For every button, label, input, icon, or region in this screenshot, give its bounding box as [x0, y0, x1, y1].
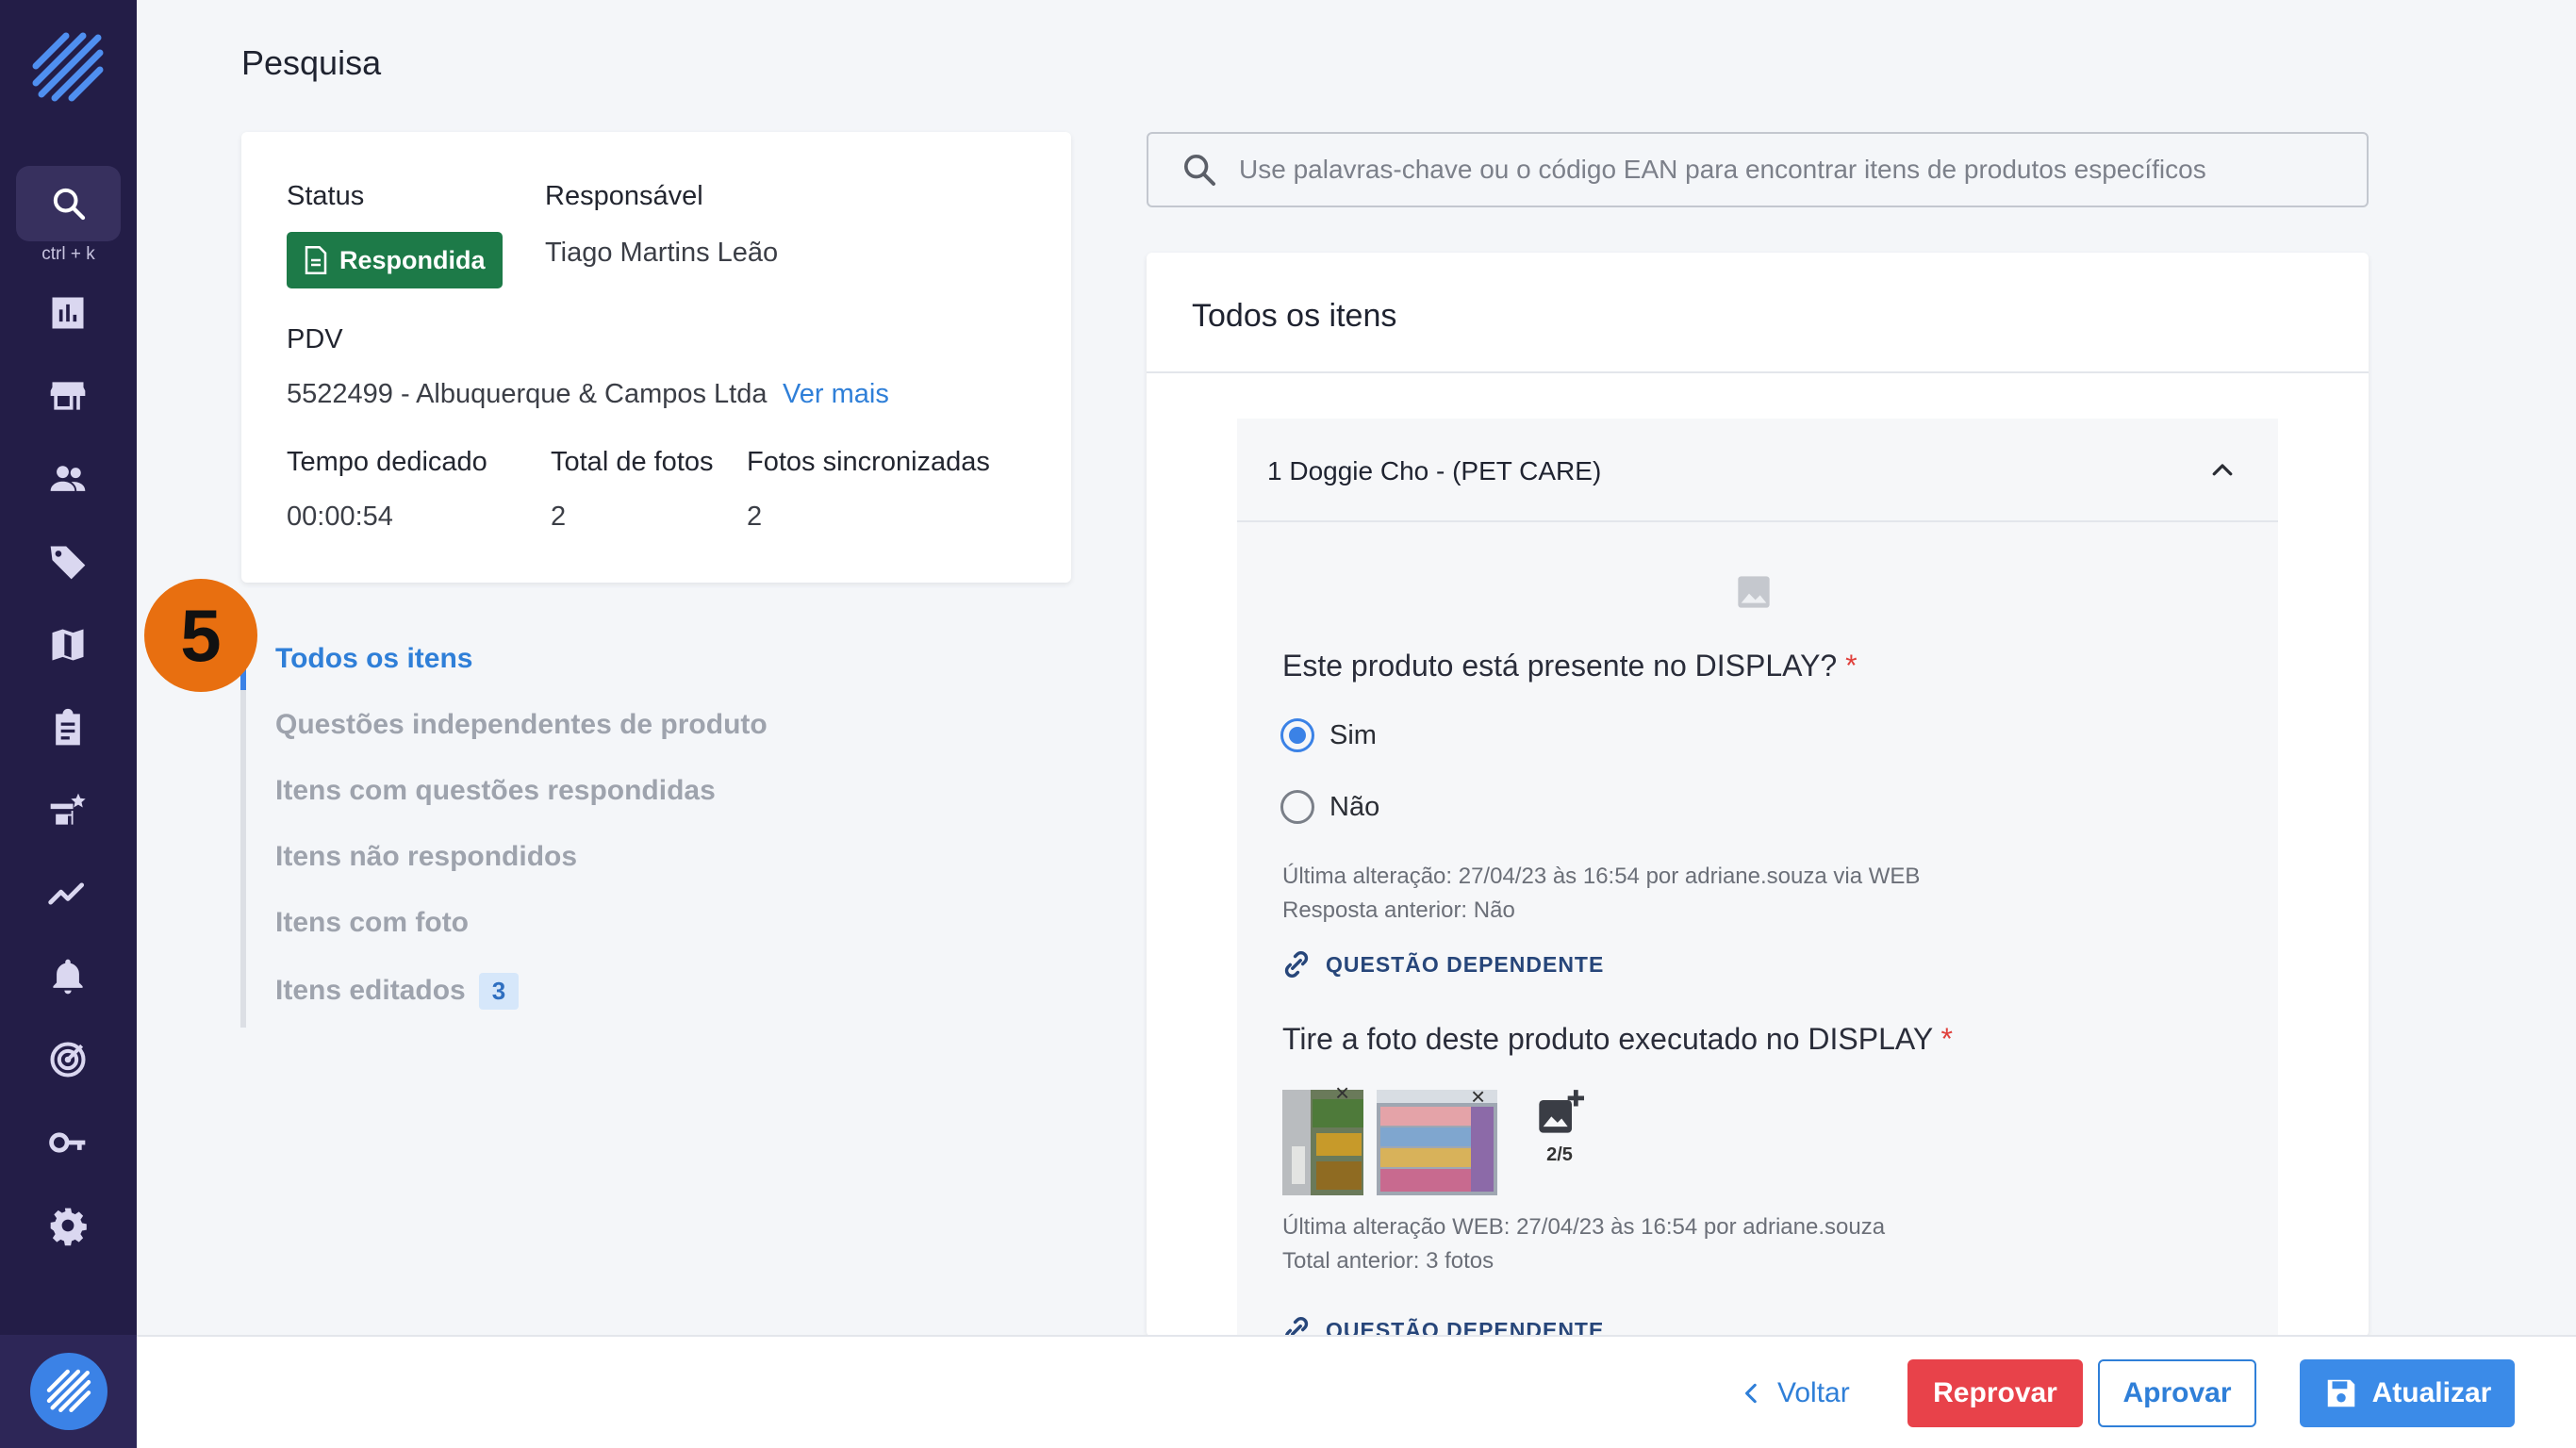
required-marker: *: [1940, 1022, 1953, 1056]
filter-unanswered-items[interactable]: Itens não respondidos: [275, 841, 577, 873]
remove-photo-icon[interactable]: ×: [1471, 1082, 1485, 1111]
radio-button-checked[interactable]: [1280, 718, 1314, 752]
dependent-question-link[interactable]: QUESTÃO DEPENDENTE: [1280, 948, 1604, 980]
store-icon[interactable]: [40, 368, 96, 424]
app-logo-icon[interactable]: [28, 28, 107, 107]
update-button-label: Atualizar: [2371, 1377, 2492, 1408]
back-button-label: Voltar: [1777, 1377, 1850, 1408]
page-title: Pesquisa: [241, 43, 382, 82]
filter-edited-label: Itens editados: [275, 975, 466, 1006]
time-dedicated-label: Tempo dedicado: [287, 447, 487, 477]
product-search-box: [1147, 132, 2369, 207]
chevron-left-icon: [1745, 1383, 1757, 1404]
clipboard-icon[interactable]: [40, 699, 96, 756]
responsible-value: Tiago Martins Leão: [545, 238, 779, 268]
synced-photos-value: 2: [747, 502, 763, 532]
total-photos-label: Total de fotos: [551, 447, 714, 477]
radio-button-unchecked[interactable]: [1280, 790, 1314, 824]
filter-all-items[interactable]: Todos os itens: [275, 643, 472, 675]
map-icon[interactable]: [40, 617, 96, 673]
pdv-value: 5522499 - Albuquerque & Campos Ltda: [287, 379, 768, 409]
tag-icon[interactable]: [40, 534, 96, 590]
chevron-up-icon[interactable]: [2208, 456, 2237, 485]
pdv-label: PDV: [287, 324, 343, 354]
synced-photos-label: Fotos sincronizadas: [747, 447, 990, 477]
trend-line-icon[interactable]: [40, 865, 96, 922]
dependent-question-link[interactable]: QUESTÃO DEPENDENTE: [1280, 1314, 1604, 1337]
users-icon[interactable]: [40, 451, 96, 507]
sidebar: ctrl + k: [0, 0, 137, 1448]
filter-items-with-photo[interactable]: Itens com foto: [275, 907, 469, 939]
bell-icon[interactable]: [40, 948, 96, 1005]
image-placeholder-icon: [1738, 576, 1770, 608]
question-display-presence: Este produto está presente no DISPLAY? *: [1282, 649, 1858, 683]
radio-label-sim: Sim: [1329, 719, 1377, 750]
search-shortcut-hint: ctrl + k: [41, 244, 95, 264]
question-history: Última alteração: 27/04/23 às 16:54 por …: [1282, 860, 1920, 928]
last-change-text: Última alteração WEB: 27/04/23 às 16:54 …: [1282, 1214, 1886, 1240]
radio-option-sim[interactable]: Sim: [1280, 718, 1377, 752]
photo-history: Última alteração WEB: 27/04/23 às 16:54 …: [1282, 1210, 1885, 1278]
filter-track: [240, 641, 246, 1028]
remove-photo-icon[interactable]: ×: [1335, 1078, 1349, 1108]
dashboard-icon[interactable]: [40, 285, 96, 341]
step-marker: 5: [144, 579, 257, 692]
save-icon: [2327, 1379, 2354, 1407]
document-icon: [305, 246, 327, 274]
settings-gear-icon[interactable]: [40, 1197, 96, 1254]
link-icon: [1284, 1317, 1309, 1337]
radio-label-nao: Não: [1329, 791, 1380, 822]
product-accordion-header[interactable]: 1 Doggie Cho - (PET CARE): [1237, 419, 2278, 522]
add-photo-icon[interactable]: [1535, 1088, 1584, 1137]
link-icon: [1284, 951, 1309, 978]
survey-summary-card: Status Respondida Responsável Tiago Mart…: [241, 132, 1071, 583]
product-accordion: 1 Doggie Cho - (PET CARE) Este produto e…: [1237, 419, 2278, 1337]
dependent-question-label: QUESTÃO DEPENDENTE: [1326, 951, 1605, 977]
action-footer: Voltar Reprovar Aprovar Atualizar: [137, 1335, 2576, 1448]
time-dedicated-value: 00:00:54: [287, 502, 393, 532]
back-button[interactable]: Voltar: [1740, 1363, 1850, 1423]
items-panel-title: Todos os itens: [1192, 298, 1397, 334]
approve-button[interactable]: Aprovar: [2098, 1359, 2256, 1427]
radar-icon[interactable]: [40, 1031, 96, 1088]
filter-edited-items[interactable]: Itens editados 3: [275, 973, 520, 1010]
reject-button[interactable]: Reprovar: [1907, 1359, 2083, 1427]
last-change-text: Última alteração: 27/04/23 às 16:54 por …: [1282, 864, 1921, 889]
items-panel: Todos os itens 1 Doggie Cho - (PET CARE)…: [1147, 253, 2369, 1337]
workspace-switcher[interactable]: [0, 1335, 137, 1448]
status-badge-text: Respondida: [339, 245, 486, 274]
store-star-icon[interactable]: [40, 782, 96, 839]
previous-total-text: Total anterior: 3 fotos: [1282, 1248, 1494, 1274]
responsible-label: Responsável: [545, 181, 703, 211]
global-search-button[interactable]: [16, 166, 121, 241]
filter-answered-items[interactable]: Itens com questões respondidas: [275, 775, 716, 807]
photo-count: 2/5: [1546, 1144, 1573, 1165]
ver-mais-link[interactable]: Ver mais: [783, 379, 889, 410]
brand-mark-icon: [46, 1369, 91, 1412]
photo-thumbnail[interactable]: [1282, 1090, 1363, 1195]
product-search-input[interactable]: [1239, 155, 2323, 185]
status-badge: Respondida: [287, 232, 503, 288]
update-button[interactable]: Atualizar: [2300, 1359, 2515, 1427]
status-label: Status: [287, 181, 365, 211]
filter-independent-questions[interactable]: Questões independentes de produto: [275, 709, 768, 741]
dependent-question-label: QUESTÃO DEPENDENTE: [1326, 1317, 1605, 1338]
question-text: Este produto está presente no DISPLAY?: [1282, 649, 1838, 683]
question-text: Tire a foto deste produto executado no D…: [1282, 1022, 1933, 1056]
total-photos-value: 2: [551, 502, 567, 532]
radio-option-nao[interactable]: Não: [1280, 790, 1379, 824]
required-marker: *: [1845, 649, 1858, 683]
key-icon[interactable]: [40, 1114, 96, 1171]
question-photo-display: Tire a foto deste produto executado no D…: [1282, 1022, 1953, 1057]
search-icon: [1184, 155, 1215, 186]
edited-count-badge: 3: [478, 973, 520, 1010]
search-icon: [53, 188, 85, 221]
product-name: 1 Doggie Cho - (PET CARE): [1267, 456, 1602, 485]
divider: [1147, 371, 2369, 373]
previous-answer-text: Resposta anterior: Não: [1282, 897, 1515, 923]
